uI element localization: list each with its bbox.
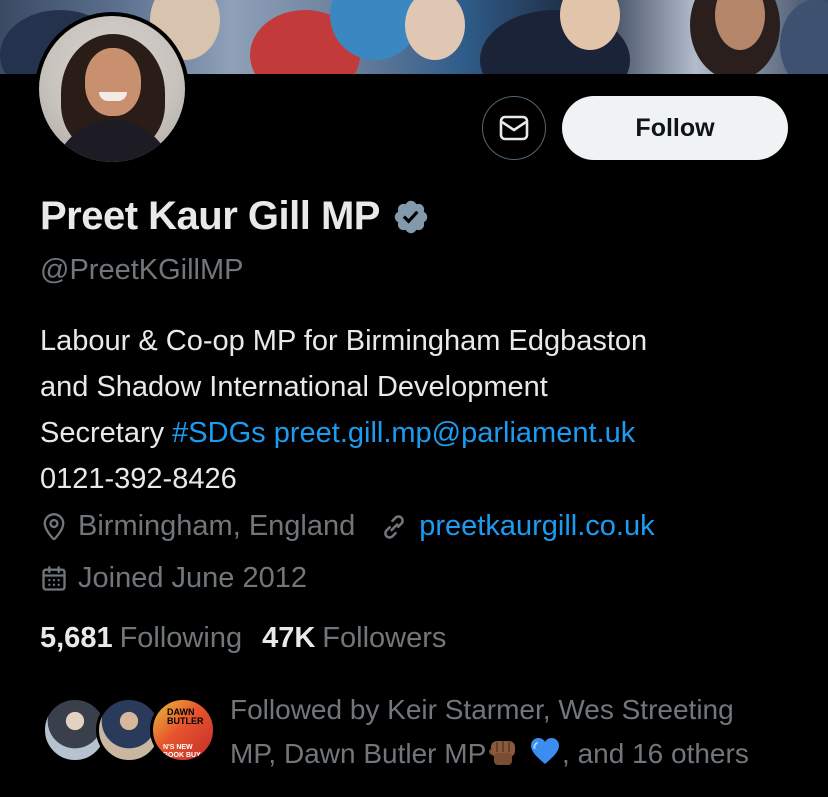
verified-badge-icon[interactable] — [392, 198, 430, 236]
website-link[interactable]: preetkaurgill.co.uk — [419, 510, 654, 543]
profile-meta-row: Birmingham, England preetkaurgill.co.uk — [40, 510, 655, 543]
location-pin-icon — [43, 512, 65, 540]
followed-by-more: , and 16 others — [562, 738, 749, 769]
followed-by-line: MP, Dawn Butler MP , and 16 others — [230, 732, 810, 776]
profile-handle: @PreetKGillMP — [40, 254, 244, 286]
followed-by-avatars[interactable]: DAWN BUTLER N'S NEW BOOK BUY TODAY — [42, 697, 216, 769]
followers-label: Followers — [322, 622, 447, 654]
bio-phone: 0121-392-8426 — [40, 463, 237, 495]
avatar-text: N'S NEW BOOK BUY TODAY — [163, 744, 201, 759]
blue-heart-emoji — [531, 738, 560, 764]
followed-by-text[interactable]: Followed by Keir Starmer, Wes Streeting … — [230, 688, 810, 776]
follow-button[interactable]: Follow — [562, 96, 788, 160]
joined-text: Joined June 2012 — [78, 562, 307, 594]
followers-link[interactable]: 47K Followers — [262, 622, 446, 655]
link-icon — [384, 514, 405, 539]
bio-text: Secretary — [40, 417, 173, 449]
message-button[interactable] — [482, 96, 546, 160]
profile-stats: 5,681 Following 47K Followers — [40, 622, 446, 655]
profile-name: Preet Kaur Gill MP — [40, 194, 380, 238]
followed-by-line: Followed by Keir Starmer, Wes Streeting — [230, 694, 734, 725]
profile-name-row: Preet Kaur Gill MP — [40, 194, 430, 239]
website-item[interactable]: preetkaurgill.co.uk — [379, 510, 655, 543]
location-text: Birmingham, England — [78, 510, 356, 542]
calendar-icon — [42, 565, 66, 591]
profile-photo — [39, 16, 185, 162]
joined-item: Joined June 2012 — [40, 562, 307, 595]
avatar-text: DAWN BUTLER — [167, 707, 204, 726]
follower-avatar[interactable]: DAWN BUTLER N'S NEW BOOK BUY TODAY — [150, 697, 216, 763]
following-label: Following — [119, 622, 243, 654]
profile-avatar[interactable] — [35, 12, 189, 166]
bio-line: and Shadow International Development — [40, 371, 548, 403]
following-count: 5,681 — [40, 622, 113, 654]
envelope-icon — [499, 115, 529, 141]
profile-bio: Labour & Co-op MP for Birmingham Edgbast… — [40, 318, 800, 502]
bio-line: Labour & Co-op MP for Birmingham Edgbast… — [40, 325, 648, 357]
hashtag-link[interactable]: #SDGs — [172, 417, 265, 449]
following-link[interactable]: 5,681 Following — [40, 622, 242, 655]
email-link[interactable]: preet.gill.mp@parliament.uk — [274, 417, 635, 449]
followers-count: 47K — [262, 622, 316, 654]
location-item: Birmingham, England — [40, 510, 355, 543]
bio-line: Secretary #SDGs preet.gill.mp@parliament… — [40, 410, 800, 456]
followed-by-names: MP, Dawn Butler MP — [230, 738, 487, 769]
raised-fist-emoji — [489, 741, 516, 765]
profile-joined-row: Joined June 2012 — [40, 562, 307, 595]
